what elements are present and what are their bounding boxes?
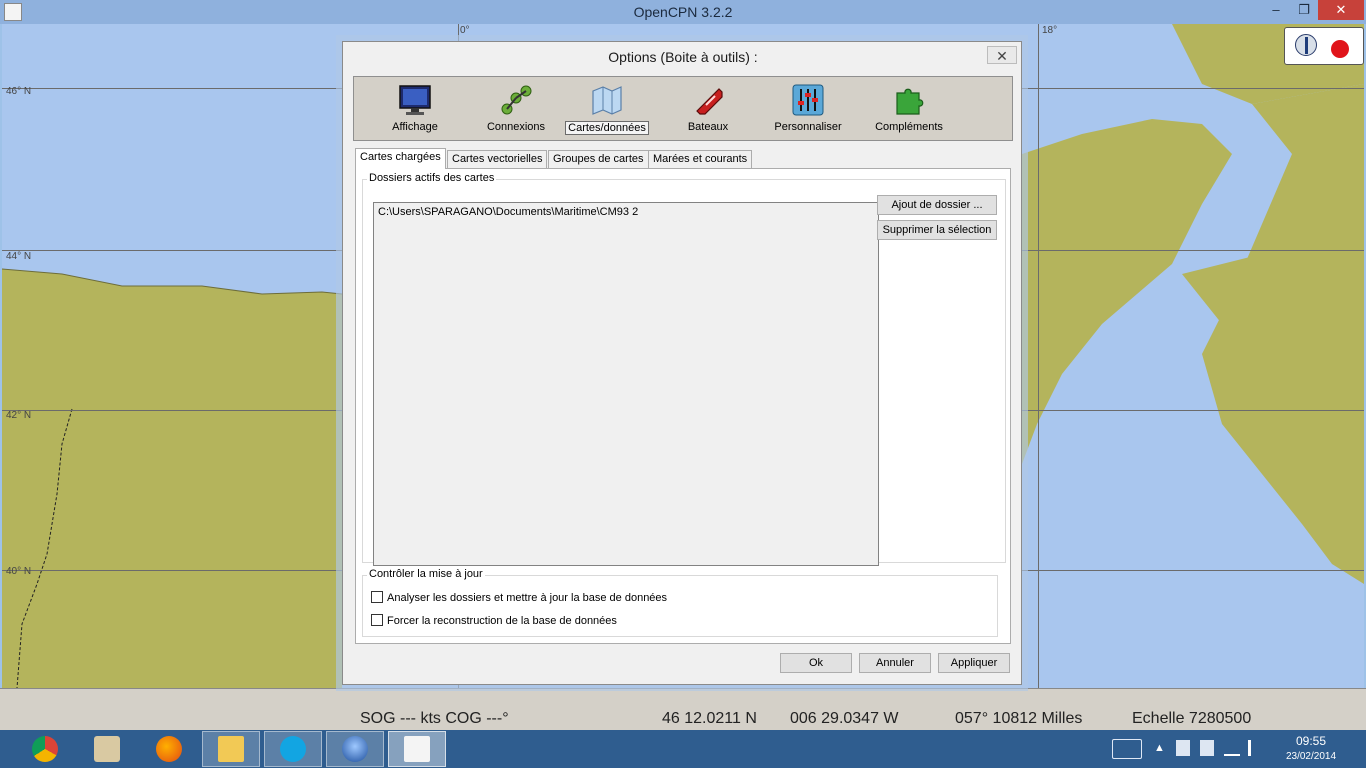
gps-status-icon <box>1331 40 1349 58</box>
add-directory-button[interactable]: Ajout de dossier ... <box>877 195 997 215</box>
chart-dirs-list[interactable]: C:\Users\SPARAGANO\Documents\Maritime\CM… <box>373 202 879 566</box>
scan-dirs-checkbox[interactable]: Analyser les dossiers et mettre à jour l… <box>371 591 667 604</box>
tab-marees-et-courants[interactable]: Marées et courants <box>648 150 753 168</box>
tray-chevron-icon[interactable]: ▲ <box>1154 742 1165 768</box>
taskbar-firefox[interactable] <box>140 731 198 767</box>
toolbox-affichage[interactable]: Affichage <box>367 81 463 139</box>
lat-label-46n: 46° N <box>6 86 32 97</box>
compass-north-icon <box>1295 34 1317 56</box>
ship-icon <box>696 88 723 115</box>
remove-selection-button[interactable]: Supprimer la sélection <box>877 220 997 240</box>
clock-time: 09:55 <box>1295 734 1327 748</box>
update-control-group: Contrôler la mise à jour Analyser les do… <box>362 568 998 637</box>
toolbox-personnaliser[interactable]: Personnaliser <box>760 81 856 139</box>
opencpn-icon <box>404 736 430 762</box>
monitor-icon <box>399 85 431 115</box>
bearing-distance-readout: 057° 10812 Milles <box>955 710 1083 727</box>
charts-icon <box>592 86 622 115</box>
firefox-icon <box>156 736 182 762</box>
sog-cog-readout: SOG --- kts COG ---° <box>360 710 509 727</box>
toolbox-label: Compléments <box>875 121 943 133</box>
toolbox-cartes-donnees[interactable]: Cartes/données <box>559 81 655 139</box>
tab-cartes-chargees[interactable]: Cartes chargées <box>355 148 446 169</box>
power-icon[interactable] <box>1200 740 1214 756</box>
options-dialog: Options (Boite à outils) : ✕ Affichage C… <box>342 41 1022 685</box>
lat-label-44n: 44° N <box>6 251 32 262</box>
keyboard-icon[interactable] <box>1112 739 1142 759</box>
taskbar-thunderbird[interactable] <box>326 731 384 767</box>
scale-readout: Echelle 7280500 <box>1132 710 1252 727</box>
tab-groupes-de-cartes[interactable]: Groupes de cartes <box>548 150 649 168</box>
tab-cartes-vectorielles[interactable]: Cartes vectorielles <box>447 150 548 168</box>
windows-taskbar: ▲ 09:55 23/02/2014 <box>0 730 1366 768</box>
toolbox-connexions[interactable]: Connexions <box>468 81 564 139</box>
toolbox-label: Affichage <box>392 121 438 133</box>
window-title: OpenCPN 3.2.2 <box>633 4 733 20</box>
window-titlebar: OpenCPN 3.2.2 ‒ ❐ ✕ <box>0 0 1366 24</box>
maximize-button[interactable]: ❐ <box>1290 0 1318 20</box>
active-dirs-label: Dossiers actifs des cartes <box>367 172 497 184</box>
force-rebuild-checkbox[interactable]: Forcer la reconstruction de la base de d… <box>371 614 617 627</box>
clock-date: 23/02/2014 <box>1285 751 1337 762</box>
checkbox-box[interactable] <box>371 614 383 626</box>
lon-label-18e: 18° <box>1042 25 1058 36</box>
taskbar-skype[interactable] <box>264 731 322 767</box>
folder-icon <box>218 736 244 762</box>
update-control-label: Contrôler la mise à jour <box>367 568 485 580</box>
chrome-icon <box>32 736 58 762</box>
dialog-title: Options (Boite à outils) : <box>608 49 758 65</box>
list-item[interactable]: C:\Users\SPARAGANO\Documents\Maritime\CM… <box>378 206 874 218</box>
lat-label-40n: 40° N <box>6 566 32 577</box>
toolbox-label: Cartes/données <box>565 121 649 135</box>
ok-button[interactable]: Ok <box>780 653 852 673</box>
status-bar: SOG --- kts COG ---° 46 12.0211 N 006 29… <box>0 708 1366 730</box>
toolbox-complements[interactable]: Compléments <box>861 81 957 139</box>
longitude-readout: 006 29.0347 W <box>790 710 899 727</box>
toolbox-label: Connexions <box>486 121 546 133</box>
network-icon[interactable] <box>1224 742 1240 756</box>
gridline-18e <box>1038 24 1039 688</box>
taskbar-opencpn[interactable] <box>388 731 446 767</box>
dialog-close-button[interactable]: ✕ <box>987 46 1017 64</box>
map-app-icon <box>94 736 120 762</box>
close-button[interactable]: ✕ <box>1318 0 1364 20</box>
force-rebuild-label: Forcer la reconstruction de la base de d… <box>387 615 617 627</box>
toolbox-bateaux[interactable]: Bateaux <box>660 81 756 139</box>
taskbar-maps[interactable] <box>78 731 136 767</box>
options-toolbox: Affichage Connexions Cartes/données Bate… <box>353 76 1013 141</box>
lon-label-0deg: 0° <box>460 25 470 36</box>
latitude-readout: 46 12.0211 N <box>662 710 757 727</box>
taskbar-explorer[interactable] <box>202 731 260 767</box>
checkbox-box[interactable] <box>371 591 383 603</box>
cancel-button[interactable]: Annuler <box>859 653 931 673</box>
connections-icon <box>501 85 532 115</box>
scan-dirs-label: Analyser les dossiers et mettre à jour l… <box>387 592 668 604</box>
taskbar-clock[interactable]: 09:55 23/02/2014 <box>1276 734 1346 764</box>
tab-panel-cartes-chargees: Dossiers actifs des cartes C:\Users\SPAR… <box>355 168 1011 644</box>
active-dirs-group: Dossiers actifs des cartes C:\Users\SPAR… <box>362 172 1006 566</box>
volume-icon[interactable] <box>1248 740 1264 756</box>
toolbox-label: Bateaux <box>687 121 729 133</box>
lat-label-42n: 42° N <box>6 410 32 421</box>
skype-icon <box>280 736 306 762</box>
puzzle-icon <box>896 88 924 115</box>
chart-bar <box>0 688 1366 708</box>
toolbox-label: Personnaliser <box>774 121 842 133</box>
compass-widget[interactable] <box>1284 27 1364 65</box>
sliders-icon <box>792 84 824 116</box>
action-center-icon[interactable] <box>1176 740 1190 756</box>
apply-button[interactable]: Appliquer <box>938 653 1010 673</box>
thunderbird-icon <box>342 736 368 762</box>
taskbar-chrome[interactable] <box>16 731 74 767</box>
minimize-button[interactable]: ‒ <box>1262 0 1290 20</box>
